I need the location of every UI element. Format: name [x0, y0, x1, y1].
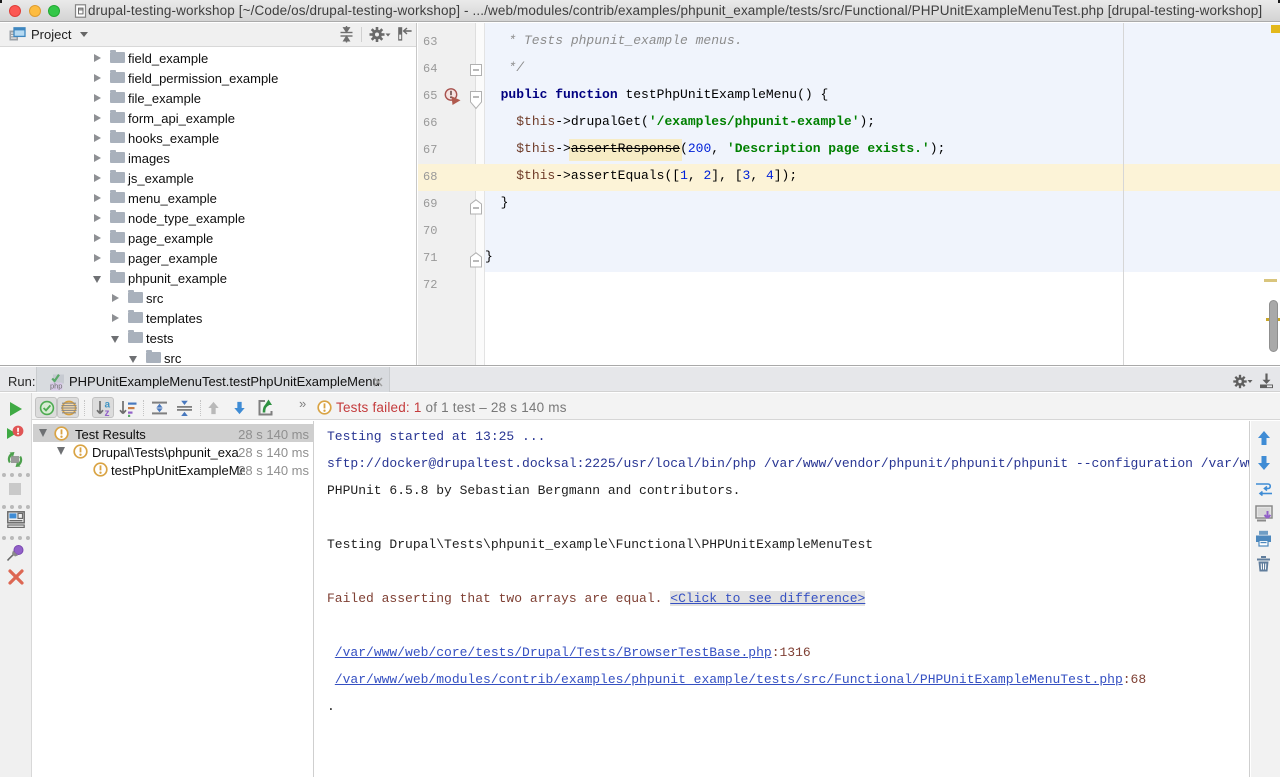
- svg-text:z: z: [105, 408, 110, 417]
- svg-text:php: php: [50, 382, 63, 391]
